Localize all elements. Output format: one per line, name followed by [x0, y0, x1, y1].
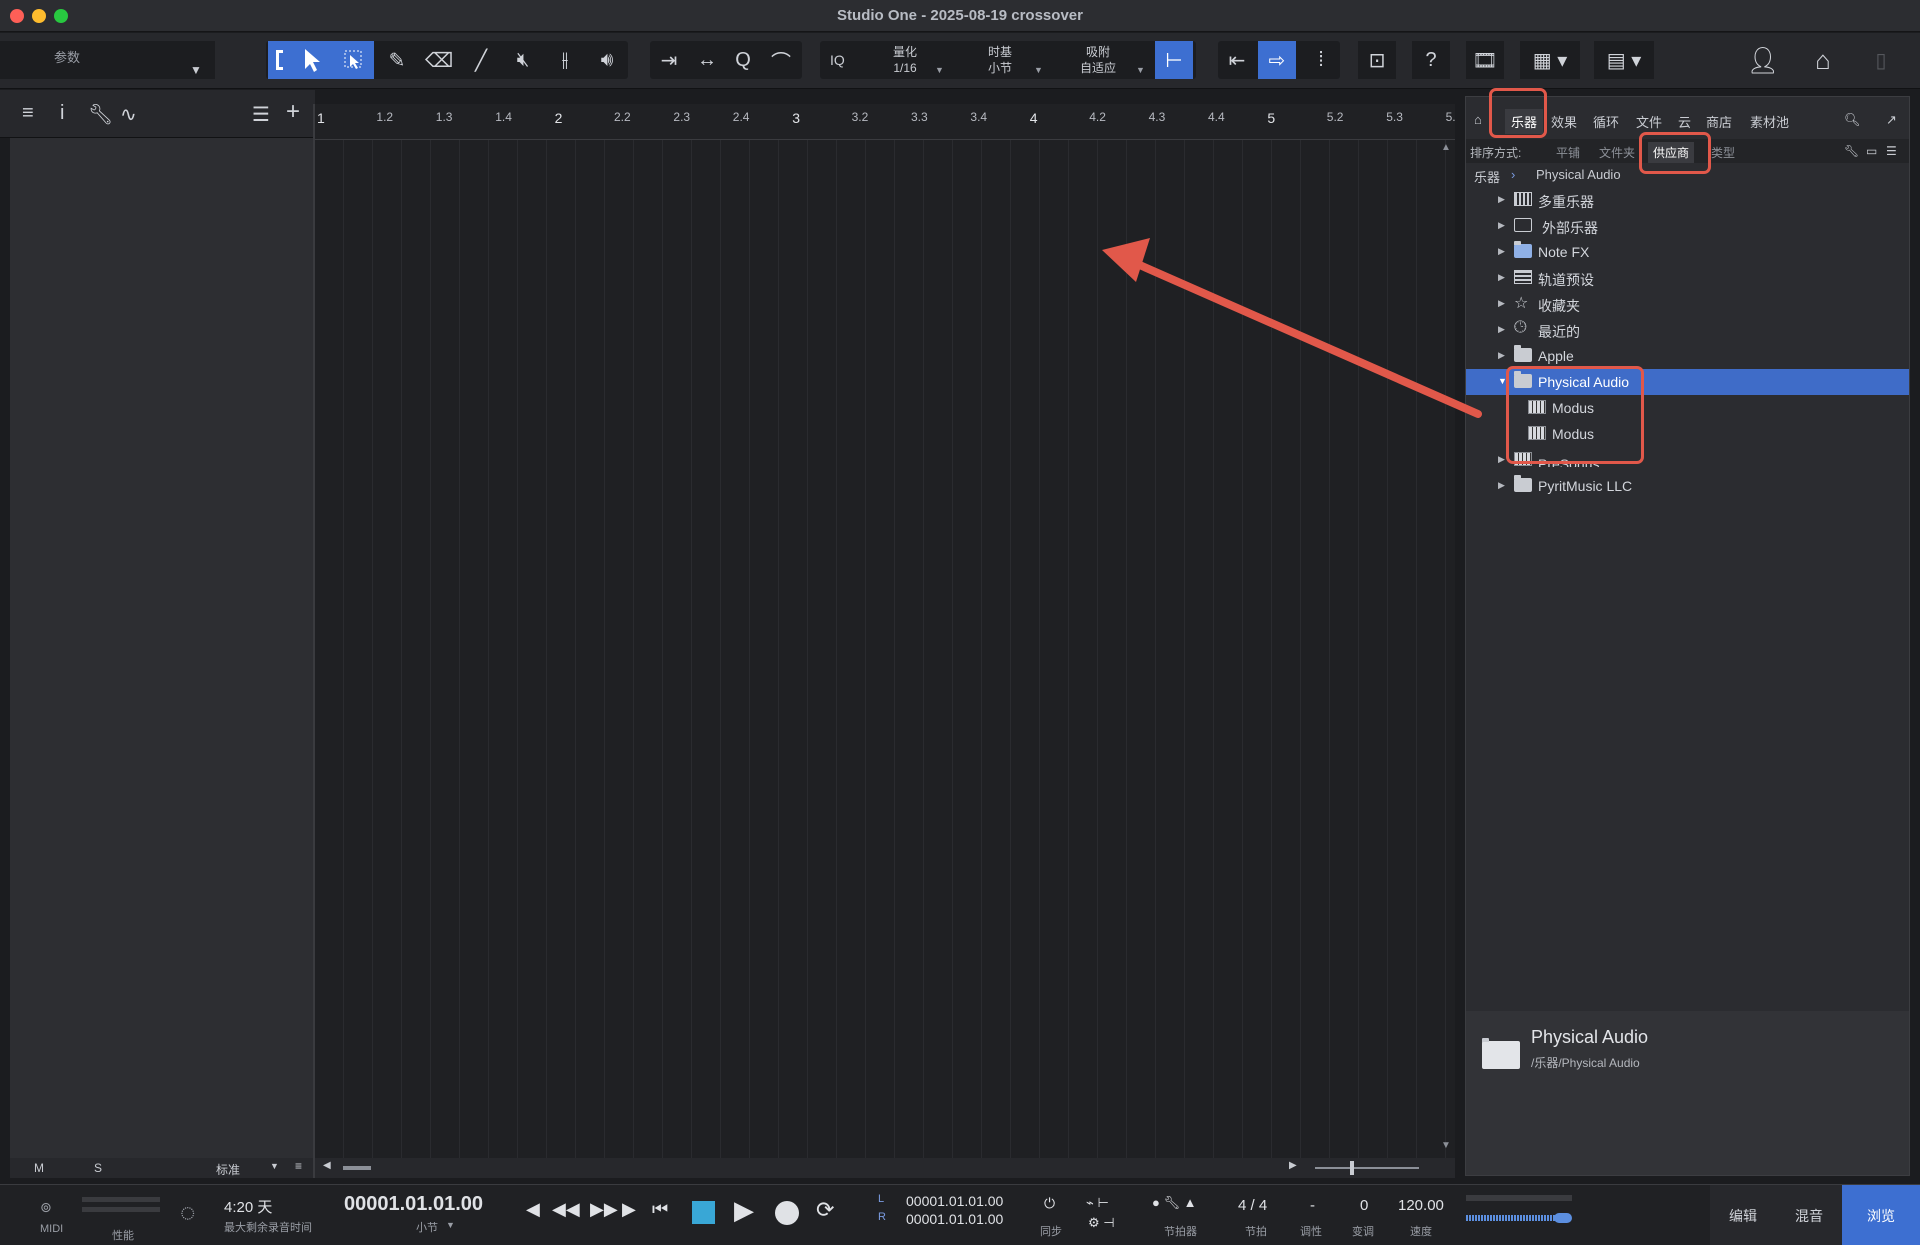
- annotation-arrow: [1102, 238, 1482, 418]
- arrow-shaft: [1122, 255, 1482, 418]
- arrow-head: [1102, 238, 1150, 282]
